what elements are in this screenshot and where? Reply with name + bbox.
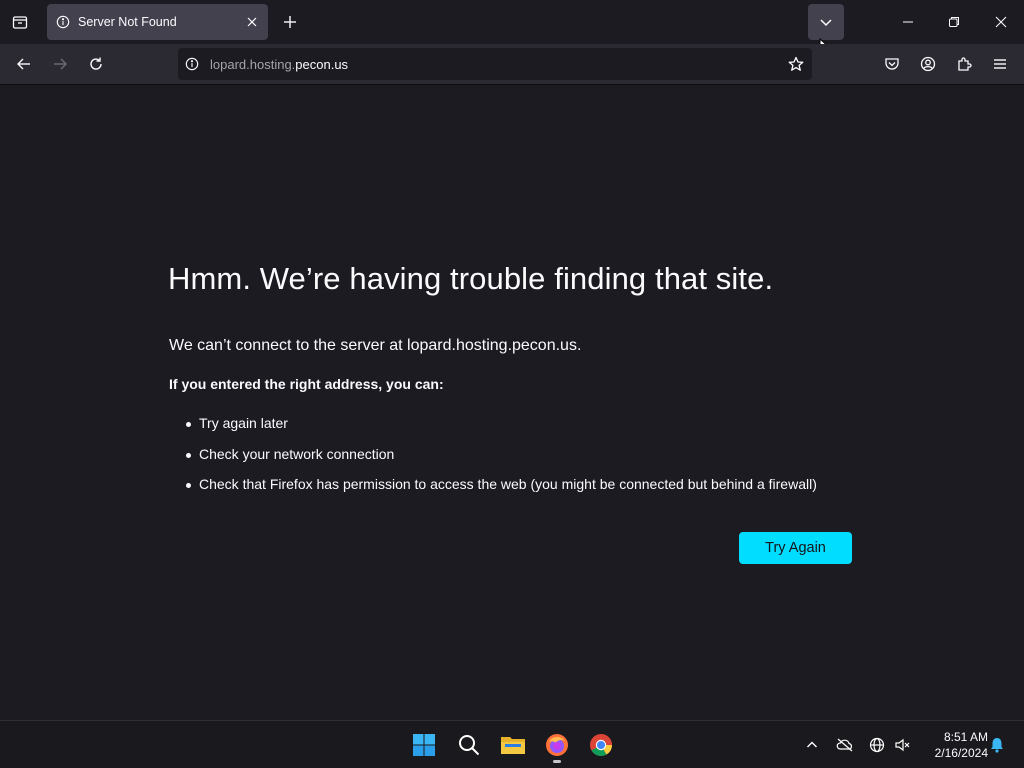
- suggestion-text: Check that Firefox has permission to acc…: [199, 476, 817, 492]
- error-suggestions-list: Try again later Check your network conne…: [186, 415, 817, 507]
- account-button[interactable]: [912, 48, 944, 80]
- close-icon: [247, 17, 257, 27]
- new-tab-button[interactable]: [276, 8, 304, 36]
- restore-button[interactable]: [934, 6, 974, 38]
- active-app-indicator: [553, 760, 561, 763]
- cloud-offline-icon: [836, 738, 853, 752]
- chevron-down-icon: [820, 19, 832, 27]
- puzzle-icon: [958, 57, 972, 71]
- list-item: Check that Firefox has permission to acc…: [186, 476, 817, 507]
- navigation-toolbar: lopard.hosting.pecon.us: [0, 44, 1024, 85]
- pocket-icon: [885, 58, 899, 70]
- url-text[interactable]: lopard.hosting.pecon.us: [210, 57, 348, 72]
- account-icon: [920, 56, 936, 72]
- system-clock[interactable]: 8:51 AM 2/16/2024: [918, 729, 988, 761]
- list-item: Try again later: [186, 415, 817, 446]
- error-title: Hmm. We’re having trouble finding that s…: [168, 261, 774, 296]
- url-domain: pecon.us: [295, 56, 349, 72]
- extensions-button[interactable]: [948, 48, 980, 80]
- bell-icon: [991, 738, 1003, 753]
- pocket-button[interactable]: [876, 48, 908, 80]
- arrow-left-icon: [17, 58, 30, 70]
- file-explorer-button[interactable]: [495, 727, 531, 763]
- bookmark-star-button[interactable]: [782, 50, 810, 78]
- file-explorer-icon: [501, 737, 525, 754]
- search-icon: [459, 735, 480, 756]
- show-hidden-icons-button[interactable]: [800, 733, 824, 757]
- clock-date: 2/16/2024: [934, 746, 988, 760]
- close-icon: [995, 16, 1007, 28]
- plus-icon: [284, 16, 296, 28]
- reload-icon: [90, 57, 102, 70]
- taskbar-search-button[interactable]: [451, 727, 487, 763]
- minimize-button[interactable]: [888, 6, 928, 38]
- bullet-icon: [186, 422, 191, 427]
- star-icon: [788, 56, 804, 71]
- firefox-icon: [546, 734, 568, 756]
- list-item: Check your network connection: [186, 446, 817, 477]
- forward-button[interactable]: [44, 48, 76, 80]
- url-bar[interactable]: lopard.hosting.pecon.us: [178, 48, 812, 80]
- url-subdomain: lopard.hosting.: [210, 56, 296, 72]
- close-window-button[interactable]: [980, 6, 1022, 38]
- firefox-taskbar-button[interactable]: [539, 727, 575, 763]
- close-tab-button[interactable]: [242, 12, 262, 32]
- back-button[interactable]: [8, 48, 40, 80]
- network-button[interactable]: [865, 733, 889, 757]
- arrow-right-icon: [54, 58, 67, 70]
- error-suggestions-heading: If you entered the right address, you ca…: [169, 376, 444, 392]
- tab-title: Server Not Found: [78, 15, 177, 29]
- start-button[interactable]: [406, 727, 442, 763]
- hamburger-menu-icon: [994, 59, 1006, 69]
- chrome-icon: [590, 734, 612, 756]
- clock-time: 8:51 AM: [943, 730, 988, 744]
- minimize-icon: [903, 21, 913, 23]
- chevron-up-icon: [807, 741, 817, 748]
- suggestion-text: Try again later: [199, 415, 288, 431]
- suggestion-text: Check your network connection: [199, 445, 395, 462]
- firefox-view-icon: [12, 16, 28, 29]
- firefox-view-button[interactable]: [6, 8, 34, 36]
- reload-button[interactable]: [80, 48, 112, 80]
- info-icon: [56, 15, 70, 29]
- error-page: Hmm. We’re having trouble finding that s…: [0, 85, 1024, 720]
- globe-icon: [869, 737, 885, 753]
- try-again-button[interactable]: Try Again: [739, 532, 852, 564]
- chrome-taskbar-button[interactable]: [583, 727, 619, 763]
- list-all-tabs-button[interactable]: [808, 4, 844, 40]
- site-info-button[interactable]: [178, 50, 206, 78]
- tab-server-not-found[interactable]: Server Not Found: [47, 4, 268, 40]
- notifications-button[interactable]: [986, 733, 1008, 757]
- onedrive-button[interactable]: [833, 733, 857, 757]
- app-menu-button[interactable]: [984, 48, 1016, 80]
- bullet-icon: [186, 452, 191, 458]
- windows-start-icon: [413, 734, 435, 756]
- speaker-muted-icon: [895, 738, 910, 752]
- info-icon: [185, 57, 199, 71]
- bullet-icon: [186, 483, 191, 488]
- error-description: We can’t connect to the server at lopard…: [169, 337, 582, 354]
- title-bar: Server Not Found: [0, 0, 1024, 58]
- volume-button[interactable]: [890, 733, 914, 757]
- restore-icon: [949, 17, 959, 27]
- taskbar: 8:51 AM 2/16/2024: [0, 720, 1024, 768]
